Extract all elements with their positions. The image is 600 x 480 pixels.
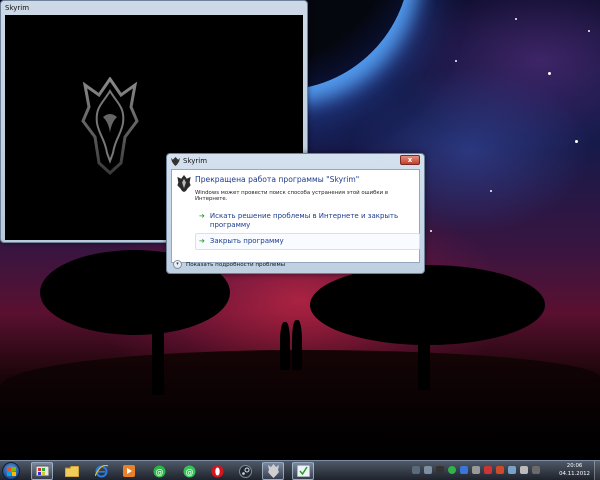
- couple-silhouette: [292, 320, 302, 370]
- taskbar-skyrim-button[interactable]: [262, 462, 284, 480]
- tray-icon[interactable]: [532, 466, 540, 474]
- taskbar: @ @ 20:06 04.11.2012: [0, 460, 600, 480]
- close-program-button[interactable]: ➔ Закрыть программу: [195, 233, 420, 250]
- star: [430, 230, 432, 232]
- dialog-body: Прекращена работа программы "Skyrim" Win…: [171, 169, 420, 263]
- taskbar-ie-button[interactable]: [90, 462, 112, 480]
- icq-icon: @: [153, 465, 165, 477]
- svg-text:@: @: [155, 467, 163, 476]
- game-window-title: Skyrim: [5, 3, 30, 12]
- dialog-heading: Прекращена работа программы "Skyrim": [195, 175, 360, 184]
- game-window-titlebar[interactable]: Skyrim: [1, 1, 307, 14]
- explorer-icon: [35, 465, 49, 477]
- search-solution-button[interactable]: ➔ Искать решение проблемы в Интернете и …: [195, 208, 420, 234]
- taskbar-folder-button[interactable]: [61, 462, 83, 480]
- windows-logo-icon: [7, 467, 16, 476]
- star: [455, 60, 457, 62]
- skyrim-dragon-logo-icon: [81, 77, 139, 175]
- taskbar-steam-button[interactable]: [234, 462, 256, 480]
- tray-icon[interactable]: [472, 466, 480, 474]
- couple-silhouette: [280, 322, 290, 370]
- tray-icon[interactable]: [436, 466, 444, 474]
- dialog-titlebar[interactable]: Skyrim: [167, 154, 424, 168]
- tray-icon[interactable]: [412, 466, 420, 474]
- tree-right-trunk: [418, 310, 430, 390]
- close-icon: x: [407, 156, 413, 164]
- green-arrow-icon: ➔: [199, 237, 205, 245]
- opera-icon: [211, 465, 223, 477]
- search-solution-label: Искать решение проблемы в Интернете и за…: [209, 212, 399, 229]
- taskbar-error-report-button[interactable]: [292, 462, 314, 480]
- tray-icon[interactable]: [460, 466, 468, 474]
- star: [490, 190, 492, 192]
- tray-icq-icon[interactable]: [448, 466, 456, 474]
- icq-icon-2: @: [183, 465, 195, 477]
- error-dialog[interactable]: Skyrim x Прекращена работа программы "Sk…: [166, 153, 425, 274]
- tray-icon[interactable]: [496, 466, 504, 474]
- chevron-down-icon[interactable]: ▾: [173, 260, 182, 269]
- skyrim-small-icon: [171, 156, 180, 166]
- close-program-label: Закрыть программу: [209, 237, 284, 245]
- star: [588, 30, 590, 32]
- taskbar-media-button[interactable]: [118, 462, 140, 480]
- start-button[interactable]: [2, 462, 20, 480]
- folder-icon: [65, 465, 79, 477]
- internet-explorer-icon: [94, 464, 108, 477]
- show-details-toggle[interactable]: ▾ Показать подробности проблемы: [173, 260, 285, 269]
- tree-left-trunk: [152, 300, 164, 395]
- clock-time: 20:06: [566, 463, 583, 469]
- show-details-label: Показать подробности проблемы: [186, 261, 286, 268]
- close-button[interactable]: x: [400, 155, 420, 165]
- star: [515, 18, 517, 20]
- taskbar-icq-button[interactable]: @: [148, 462, 170, 480]
- tray-icon[interactable]: [424, 466, 432, 474]
- skyrim-icon: [267, 464, 279, 478]
- clock-date: 04.11.2012: [559, 471, 590, 477]
- taskbar-opera-button[interactable]: [206, 462, 228, 480]
- taskbar-explorer-button[interactable]: [31, 462, 53, 480]
- dialog-subtext: Windows может провести поиск способа уст…: [195, 190, 389, 202]
- green-arrow-icon: ➔: [199, 212, 205, 220]
- taskbar-clock[interactable]: 20:06 04.11.2012: [559, 462, 590, 478]
- steam-icon: [238, 464, 252, 478]
- taskbar-icq2-button[interactable]: @: [178, 462, 200, 480]
- star: [548, 72, 551, 75]
- tray-network-icon[interactable]: [508, 466, 516, 474]
- svg-text:@: @: [185, 467, 193, 476]
- media-play-icon: [123, 465, 135, 477]
- error-reporting-icon: [296, 465, 310, 477]
- show-desktop-button[interactable]: [594, 461, 600, 480]
- system-tray: [412, 466, 540, 474]
- skyrim-app-icon: [177, 175, 191, 192]
- tray-volume-icon[interactable]: [520, 466, 528, 474]
- tray-icon[interactable]: [484, 466, 492, 474]
- star: [575, 140, 578, 143]
- dialog-title: Skyrim: [183, 157, 208, 165]
